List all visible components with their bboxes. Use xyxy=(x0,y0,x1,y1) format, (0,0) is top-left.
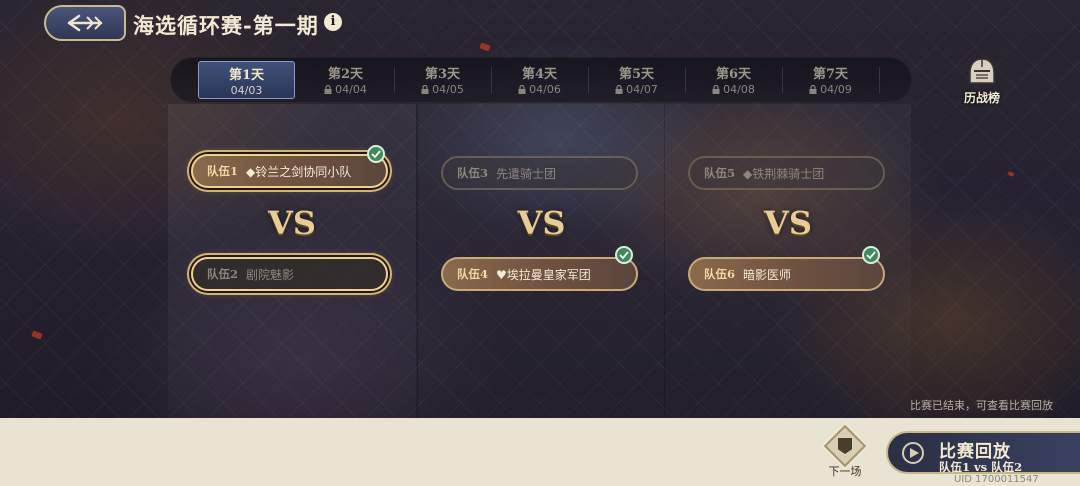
user-id: UID 1700011547 xyxy=(954,474,1039,485)
lock-icon xyxy=(518,85,526,94)
match-card-1: 队伍1 ◆铃兰之剑协同小队 VS 队伍2 剧院魅影 xyxy=(168,104,416,418)
team-name: ◆铃兰之剑协同小队 xyxy=(246,164,352,179)
tab-day-4[interactable]: 第4天 04/06 xyxy=(491,61,588,99)
tab-date: 04/03 xyxy=(230,84,263,97)
play-icon xyxy=(902,442,924,464)
team-number: 队伍6 xyxy=(704,267,736,281)
match-status-note: 比赛已结束，可查看比赛回放 xyxy=(910,399,1053,412)
tab-day-label: 第1天 xyxy=(228,68,265,83)
tab-day-label: 第4天 xyxy=(521,67,558,82)
next-match-button[interactable]: 下一场 xyxy=(820,424,870,478)
team-number: 队伍2 xyxy=(207,267,239,281)
lock-icon xyxy=(712,85,720,94)
tab-day-label: 第3天 xyxy=(424,67,461,82)
team-slot-6[interactable]: 队伍6 暗影医师 xyxy=(688,257,885,291)
back-button[interactable] xyxy=(44,5,126,41)
ember-particle xyxy=(31,330,43,340)
tab-day-2[interactable]: 第2天 04/04 xyxy=(297,61,394,99)
lock-icon xyxy=(421,85,429,94)
tab-date: 04/07 xyxy=(626,83,658,96)
team-number: 队伍3 xyxy=(457,166,489,180)
replay-subtitle: 队伍1 vs 队伍2 xyxy=(939,460,1023,474)
ember-particle xyxy=(1007,171,1015,177)
team-number: 队伍4 xyxy=(457,267,489,281)
team-slot-3[interactable]: 队伍3 先遣骑士团 xyxy=(441,156,638,190)
tab-day-1[interactable]: 第1天 04/03 xyxy=(198,61,295,99)
tab-date: 04/05 xyxy=(432,83,464,96)
team-slot-4[interactable]: 队伍4 ♥埃拉曼皇家军团 xyxy=(441,257,638,291)
team-name: 剧院魅影 xyxy=(246,267,295,282)
replay-button[interactable]: 比赛回放 队伍1 vs 队伍2 xyxy=(886,431,1080,474)
tab-day-5[interactable]: 第5天 04/07 xyxy=(588,61,685,99)
winner-check-icon xyxy=(862,246,880,264)
tab-divider xyxy=(879,67,880,93)
team-number: 队伍5 xyxy=(704,166,736,180)
vs-label: VS xyxy=(268,204,316,242)
history-leaderboard-button[interactable]: 历战榜 xyxy=(956,57,1008,105)
match-card-2: 队伍3 先遣骑士团 VS 队伍4 ♥埃拉曼皇家军团 xyxy=(417,104,665,418)
team-number: 队伍1 xyxy=(207,164,239,178)
tab-date: 04/09 xyxy=(820,83,852,96)
knight-helmet-icon xyxy=(969,58,995,84)
match-card-3: 队伍5 ◆铁荆棘骑士团 VS 队伍6 暗影医师 xyxy=(664,104,911,418)
ember-particle xyxy=(479,42,491,52)
tab-day-3[interactable]: 第3天 04/05 xyxy=(394,61,491,99)
page-title: 海选循环赛-第一期 xyxy=(133,13,319,38)
back-arrow-icon xyxy=(67,14,103,32)
lock-icon xyxy=(615,85,623,94)
lock-icon xyxy=(324,85,332,94)
tab-day-7[interactable]: 第7天 04/09 xyxy=(782,61,879,99)
team-name: ◆铁荆棘骑士团 xyxy=(743,166,825,181)
history-label: 历战榜 xyxy=(963,91,1000,105)
tab-day-label: 第6天 xyxy=(715,67,752,82)
team-slot-5[interactable]: 队伍5 ◆铁荆棘骑士团 xyxy=(688,156,885,190)
vs-label: VS xyxy=(764,204,812,242)
team-slot-2[interactable]: 队伍2 剧院魅影 xyxy=(191,257,388,291)
tab-date: 04/06 xyxy=(529,83,561,96)
team-name: 先遣骑士团 xyxy=(496,166,557,181)
tab-day-6[interactable]: 第6天 04/08 xyxy=(685,61,782,99)
vs-label: VS xyxy=(517,204,566,242)
info-icon[interactable]: i xyxy=(324,13,342,31)
team-slot-1[interactable]: 队伍1 ◆铃兰之剑协同小队 xyxy=(191,154,388,188)
winner-check-icon xyxy=(615,246,633,264)
tab-day-label: 第7天 xyxy=(812,67,849,82)
day-tab-bar: 第1天 04/03 第2天 04/04 第3天 04/05 第4天 04/06 … xyxy=(170,57,912,103)
tab-date: 04/08 xyxy=(723,83,755,96)
tab-day-label: 第2天 xyxy=(327,67,364,82)
team-name: 暗影医师 xyxy=(743,267,792,282)
team-name: ♥埃拉曼皇家军团 xyxy=(496,267,591,282)
next-match-label: 下一场 xyxy=(828,465,862,478)
tab-day-label: 第5天 xyxy=(618,67,655,82)
tab-date: 04/04 xyxy=(335,83,367,96)
winner-check-icon xyxy=(367,145,385,163)
lock-icon xyxy=(809,85,817,94)
